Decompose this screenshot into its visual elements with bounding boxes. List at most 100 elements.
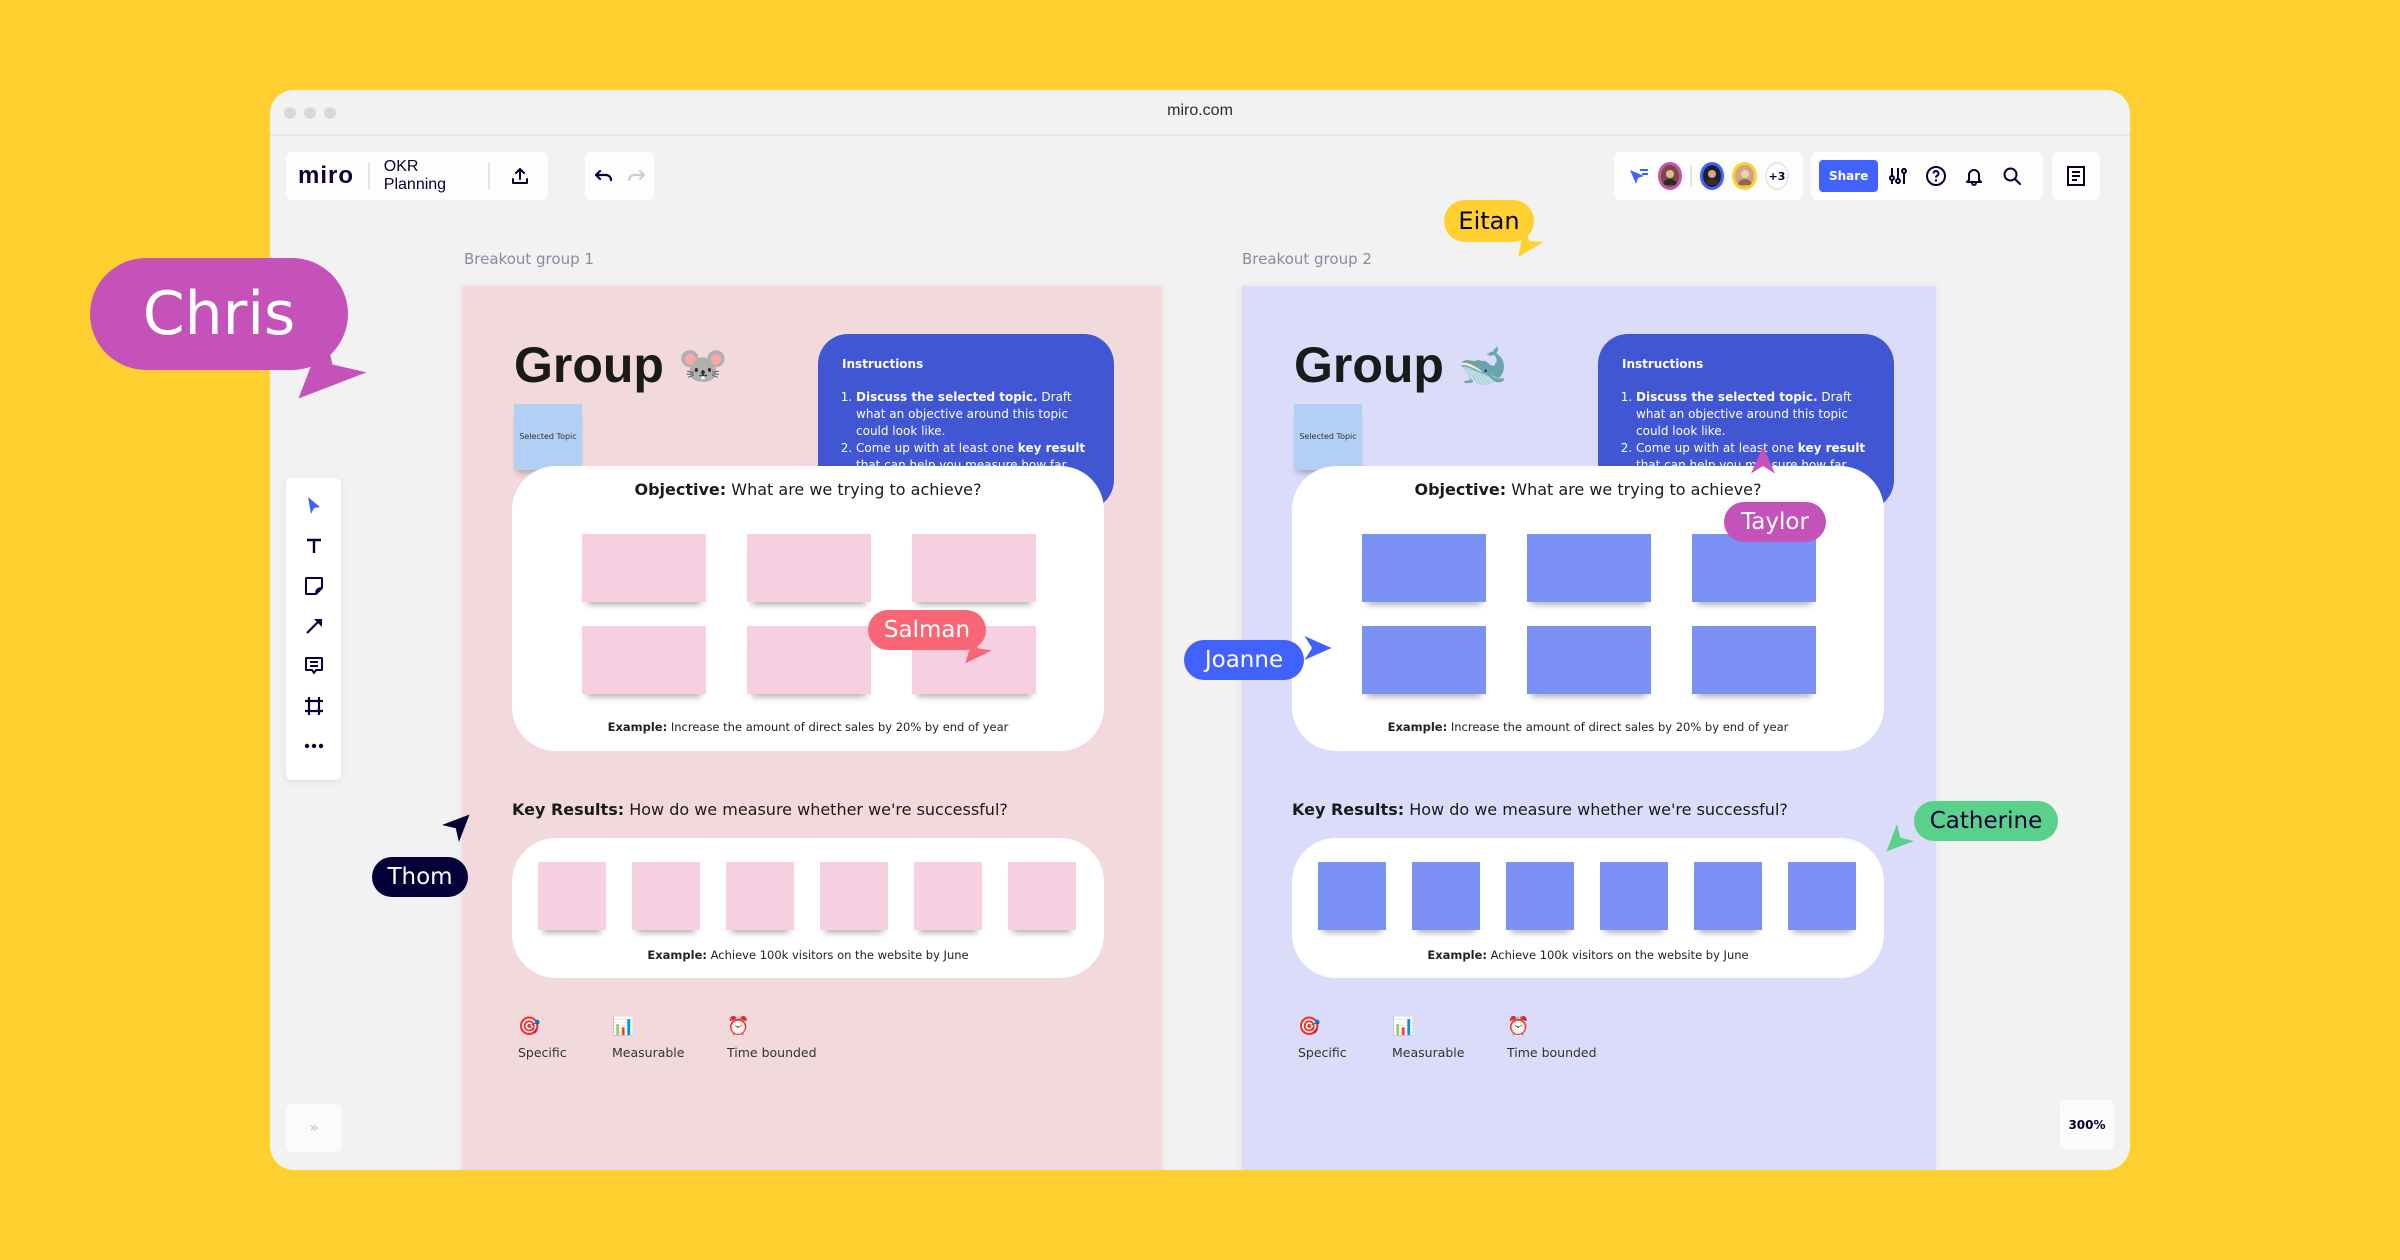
objective-sticky-note[interactable] xyxy=(747,626,871,694)
undo-button[interactable] xyxy=(589,158,619,194)
objective-sticky-note[interactable] xyxy=(912,534,1036,602)
key-results-heading: Key Results: How do we measure whether w… xyxy=(512,800,1008,819)
instructions-heading: Instructions xyxy=(842,357,924,371)
key-result-sticky-note[interactable] xyxy=(1318,862,1386,930)
expand-panel-button[interactable]: » xyxy=(286,1104,342,1152)
connection-line-tool[interactable] xyxy=(296,608,332,644)
comment-tool[interactable] xyxy=(296,648,332,684)
cursor-name-label: Thom xyxy=(372,857,468,897)
divider xyxy=(368,163,370,189)
divider xyxy=(1690,165,1693,187)
alarm-clock-icon: ⏰ xyxy=(727,1016,750,1037)
divider xyxy=(488,163,490,189)
smart-criterion-label: Measurable xyxy=(1392,1045,1465,1060)
help-icon xyxy=(1926,166,1947,186)
sticky-note-icon xyxy=(304,577,323,595)
key-result-sticky-note[interactable] xyxy=(914,862,982,930)
board-actions: Share xyxy=(1811,152,2043,200)
miro-logo[interactable]: miro xyxy=(298,162,354,190)
smart-criterion-label: Specific xyxy=(1298,1045,1347,1060)
selected-topic-sticky[interactable]: Selected Topic xyxy=(514,404,582,470)
document-icon xyxy=(2067,166,2085,186)
settings-button[interactable] xyxy=(1880,158,1916,194)
smart-criterion-label: Time bounded xyxy=(727,1045,817,1060)
group-emoji-icon: 🐭 xyxy=(677,343,728,388)
redo-icon xyxy=(627,169,645,182)
search-button[interactable] xyxy=(1994,158,2030,194)
avatar[interactable] xyxy=(1658,162,1683,190)
key-result-sticky-note[interactable] xyxy=(1694,862,1762,930)
objective-sticky-note[interactable] xyxy=(582,626,706,694)
frame-label[interactable]: Breakout group 1 xyxy=(464,250,594,268)
sticky-note-tool[interactable] xyxy=(296,568,332,604)
zoom-level-button[interactable]: 300% xyxy=(2060,1100,2114,1150)
smart-criterion-label: Measurable xyxy=(612,1045,685,1060)
arrow-icon xyxy=(305,619,322,634)
share-button[interactable]: Share xyxy=(1819,160,1879,192)
frame-tool[interactable] xyxy=(296,688,332,724)
instruction-step: Discuss the selected topic. Draft what a… xyxy=(1636,389,1870,440)
notes-button[interactable] xyxy=(2058,158,2094,194)
board-notes xyxy=(2052,152,2100,200)
cursor-name-label: Joanne xyxy=(1184,640,1304,680)
smart-criterion-label: Time bounded xyxy=(1507,1045,1597,1060)
key-result-sticky-note[interactable] xyxy=(1008,862,1076,930)
key-result-sticky-note[interactable] xyxy=(726,862,794,930)
avatar[interactable] xyxy=(1732,162,1757,190)
objective-sticky-note[interactable] xyxy=(1527,534,1651,602)
objective-sticky-note[interactable] xyxy=(1362,626,1486,694)
person-icon xyxy=(1737,170,1752,185)
objective-example: Example: Increase the amount of direct s… xyxy=(607,720,1009,734)
smart-criterion: ⏰ Time bounded xyxy=(727,1016,817,1060)
selected-topic-sticky[interactable]: Selected Topic xyxy=(1294,404,1362,470)
key-results-example: Example: Achieve 100k visitors on the we… xyxy=(1427,948,1749,962)
objective-sticky-note[interactable] xyxy=(1527,626,1651,694)
select-tool[interactable] xyxy=(296,488,332,524)
objective-sticky-note[interactable] xyxy=(1692,626,1816,694)
key-results-heading: Key Results: How do we measure whether w… xyxy=(1292,800,1788,819)
bar-chart-icon: 📊 xyxy=(1392,1016,1415,1037)
objective-sticky-note[interactable] xyxy=(582,534,706,602)
notifications-button[interactable] xyxy=(1956,158,1992,194)
frame-label[interactable]: Breakout group 2 xyxy=(1242,250,1372,268)
target-icon: 🎯 xyxy=(518,1016,541,1037)
key-result-sticky-note[interactable] xyxy=(1788,862,1856,930)
more-collaborators-badge[interactable]: +3 xyxy=(1764,162,1789,190)
cursor-name-label: Taylor xyxy=(1724,502,1826,542)
breakout-frame-1[interactable]: Group 🐭 Selected Topic Instructions Disc… xyxy=(462,286,1162,1170)
group-title: Group 🐭 xyxy=(514,336,728,394)
export-button[interactable] xyxy=(504,158,536,194)
objective-card: Objective: What are we trying to achieve… xyxy=(512,466,1104,751)
redo-button[interactable] xyxy=(621,158,651,194)
smart-criterion: ⏰ Time bounded xyxy=(1507,1016,1597,1060)
key-result-sticky-note[interactable] xyxy=(820,862,888,930)
key-result-sticky-note[interactable] xyxy=(1600,862,1668,930)
key-result-sticky-note[interactable] xyxy=(632,862,700,930)
search-icon xyxy=(2003,167,2022,185)
objective-sticky-note[interactable] xyxy=(1362,534,1486,602)
upload-icon xyxy=(511,168,528,184)
key-results-card: Example: Achieve 100k visitors on the we… xyxy=(1292,838,1884,978)
group-title-text: Group xyxy=(514,337,664,393)
smart-criterion: 📊 Measurable xyxy=(1392,1016,1464,1060)
avatar[interactable] xyxy=(1700,162,1725,190)
help-button[interactable] xyxy=(1918,158,1954,194)
undo-icon xyxy=(594,169,612,182)
key-result-sticky-note[interactable] xyxy=(538,862,606,930)
person-icon xyxy=(1705,170,1720,185)
key-result-sticky-note[interactable] xyxy=(1412,862,1480,930)
sliders-icon xyxy=(1889,168,1908,184)
smart-criterion-label: Specific xyxy=(518,1045,567,1060)
breakout-frame-2[interactable]: Group 🐋 Selected Topic Instructions Disc… xyxy=(1242,286,1936,1170)
objective-sticky-note[interactable] xyxy=(747,534,871,602)
text-tool[interactable] xyxy=(296,528,332,564)
follow-button[interactable] xyxy=(1628,158,1650,194)
instructions-heading: Instructions xyxy=(1622,357,1704,371)
board-title[interactable]: OKR Planning xyxy=(384,158,474,194)
person-icon xyxy=(1663,170,1678,185)
more-tools[interactable] xyxy=(296,728,332,764)
key-result-sticky-note[interactable] xyxy=(1506,862,1574,930)
objective-sticky-note[interactable] xyxy=(1692,534,1816,602)
history-controls xyxy=(585,152,654,200)
cursor-icon xyxy=(307,497,320,514)
